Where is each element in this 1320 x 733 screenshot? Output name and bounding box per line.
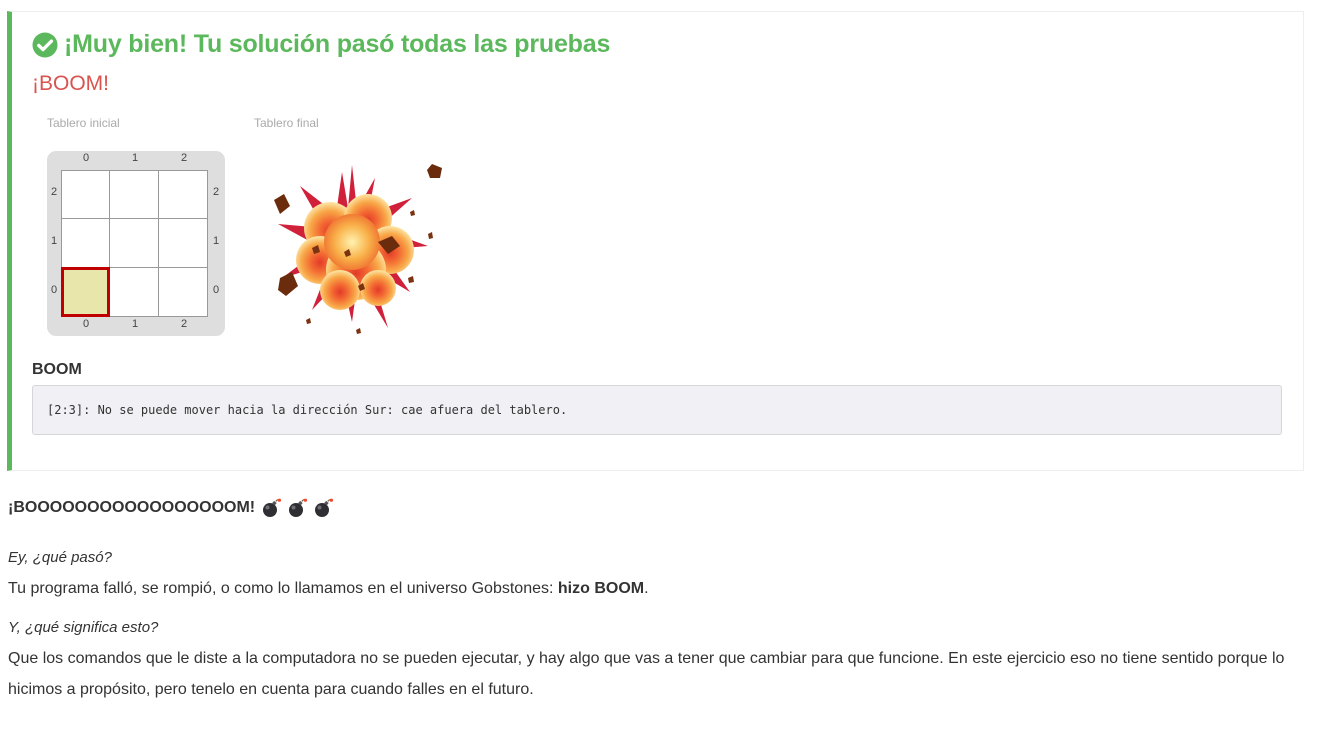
answer-text: Tu programa falló, se rompió, o como lo … <box>8 580 558 597</box>
result-title-text: ¡Muy bien! Tu solución pasó todas las pr… <box>64 30 611 58</box>
board-cell <box>158 267 207 316</box>
bomb-icon <box>289 498 308 517</box>
row-label: 0 <box>212 284 220 296</box>
boom-subtitle: ¡BOOM! <box>32 72 109 95</box>
boom-headline-text: ¡BOOOOOOOOOOOOOOOOOM! <box>8 499 256 516</box>
board-cell <box>62 219 111 268</box>
column-label: 0 <box>82 318 90 330</box>
board-cell <box>110 171 159 220</box>
column-label: 1 <box>131 152 139 164</box>
error-heading: BOOM <box>32 361 82 378</box>
check-circle-icon <box>32 32 58 57</box>
row-label: 2 <box>50 186 58 198</box>
board-cell <box>110 219 159 268</box>
test-result-panel: ¡Muy bien! Tu solución pasó todas las pr… <box>7 11 1304 471</box>
column-label: 1 <box>131 318 139 330</box>
board-cell <box>158 171 207 220</box>
answer-what-happened: Tu programa falló, se rompió, o como lo … <box>8 573 1308 604</box>
row-label: 2 <box>212 186 220 198</box>
board-cell-head <box>60 266 111 318</box>
explosion-icon <box>274 164 442 334</box>
explanation-section: ¡BOOOOOOOOOOOOOOOOOM! Ey, ¿qué pasó? Tu … <box>8 494 1308 705</box>
row-label: 1 <box>212 235 220 247</box>
question-what-happened: Ey, ¿qué pasó? <box>8 549 112 566</box>
board-cell <box>62 171 111 220</box>
error-message-box: [2:3]: No se puede mover hacia la direcc… <box>32 385 1282 435</box>
answer-suffix: . <box>644 580 649 597</box>
error-message: [2:3]: No se puede mover hacia la direcc… <box>47 403 568 417</box>
row-label: 1 <box>50 235 58 247</box>
initial-board: 0 1 2 0 1 2 2 1 0 2 1 0 <box>47 151 225 336</box>
board-cell <box>110 267 159 316</box>
boom-headline: ¡BOOOOOOOOOOOOOOOOOM! <box>8 494 1308 522</box>
result-title: ¡Muy bien! Tu solución pasó todas las pr… <box>32 30 610 59</box>
row-label: 0 <box>50 284 58 296</box>
board-cell <box>158 219 207 268</box>
answer-what-means: Que los comandos que le diste a la compu… <box>8 650 1285 698</box>
bomb-icon <box>263 498 282 517</box>
initial-board-caption: Tablero inicial <box>47 116 120 130</box>
column-label: 2 <box>180 152 188 164</box>
column-label: 0 <box>82 152 90 164</box>
board-grid <box>60 170 208 318</box>
bomb-icon <box>315 498 334 517</box>
column-label: 2 <box>180 318 188 330</box>
final-board-caption: Tablero final <box>254 116 319 130</box>
answer-bold-text: hizo BOOM <box>557 580 645 597</box>
question-what-means: Y, ¿qué significa esto? <box>8 619 159 636</box>
